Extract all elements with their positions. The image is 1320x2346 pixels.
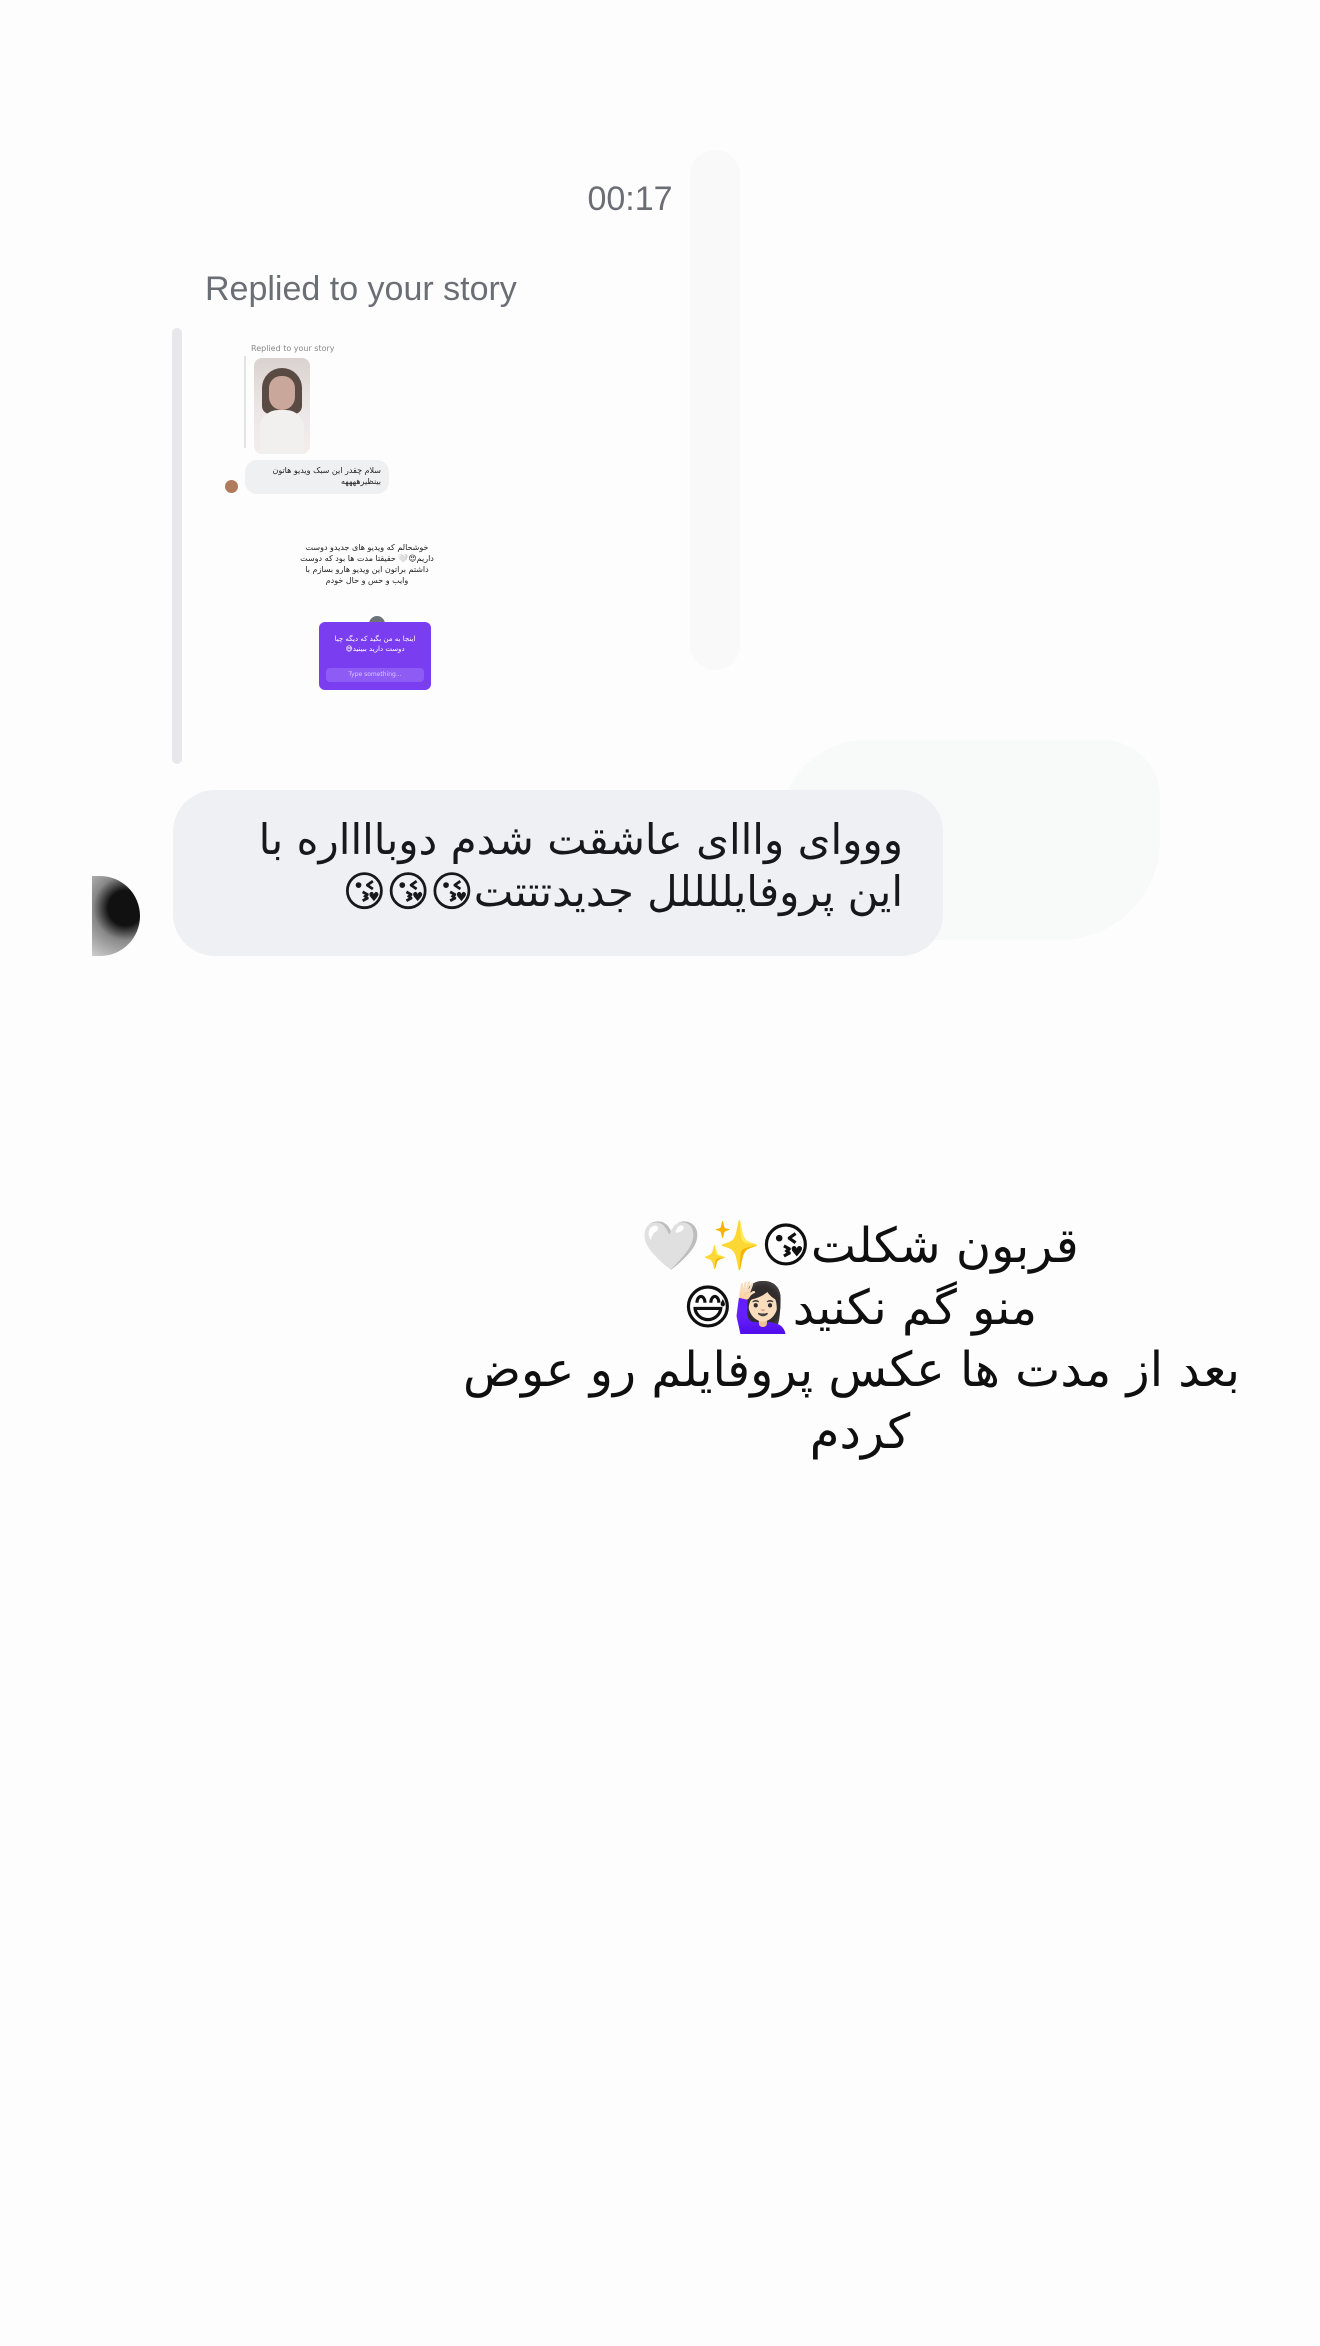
story-caption-line: قربون شكلت😘✨🤍 [641,1218,1079,1274]
sender-avatar[interactable] [92,876,140,956]
story-preview-reply-line [244,356,246,448]
reply-indicator-bar [172,328,182,764]
story-preview-caption: خوشحالم که ویدیو های جدیدو دوست داریم😍🤍 … [300,543,434,585]
background-blur [690,150,740,670]
message-bubble[interactable]: ووواى واااى عاشقت شدم دوبااااره با اين پ… [173,790,943,956]
story-caption-line: بعد از مدت ها عكس پروفايلم رو عوض [462,1342,1240,1398]
question-sticker-input: Type something... [326,668,424,682]
message-timestamp: 00:17 [587,180,673,218]
story-preview-label: Replied to your story [251,344,335,353]
story-preview-reply-bubble: سلام چقدر این سبک ویدیو هاتون بینظیرهههه… [245,460,389,494]
story-caption: قربون شكلت😘✨🤍 منو گم نكنيد🙋🏻‍♀️😅 بعد از … [462,1215,1240,1463]
story-preview-thumbnail[interactable]: Replied to your story سلام چقدر این سبک … [205,330,475,700]
story-preview-question-sticker: اینجا به من بگید که دیگه چیا دوست دارید … [319,622,431,690]
story-preview-image [254,358,310,454]
story-caption-line: منو گم نكنيد🙋🏻‍♀️😅 [682,1280,1038,1336]
reply-context-label: Replied to your story [205,270,517,308]
question-sticker-text: اینجا به من بگید که دیگه چیا دوست دارید … [334,635,416,653]
story-caption-line: كردم [809,1404,911,1460]
story-preview-avatar [225,480,238,493]
